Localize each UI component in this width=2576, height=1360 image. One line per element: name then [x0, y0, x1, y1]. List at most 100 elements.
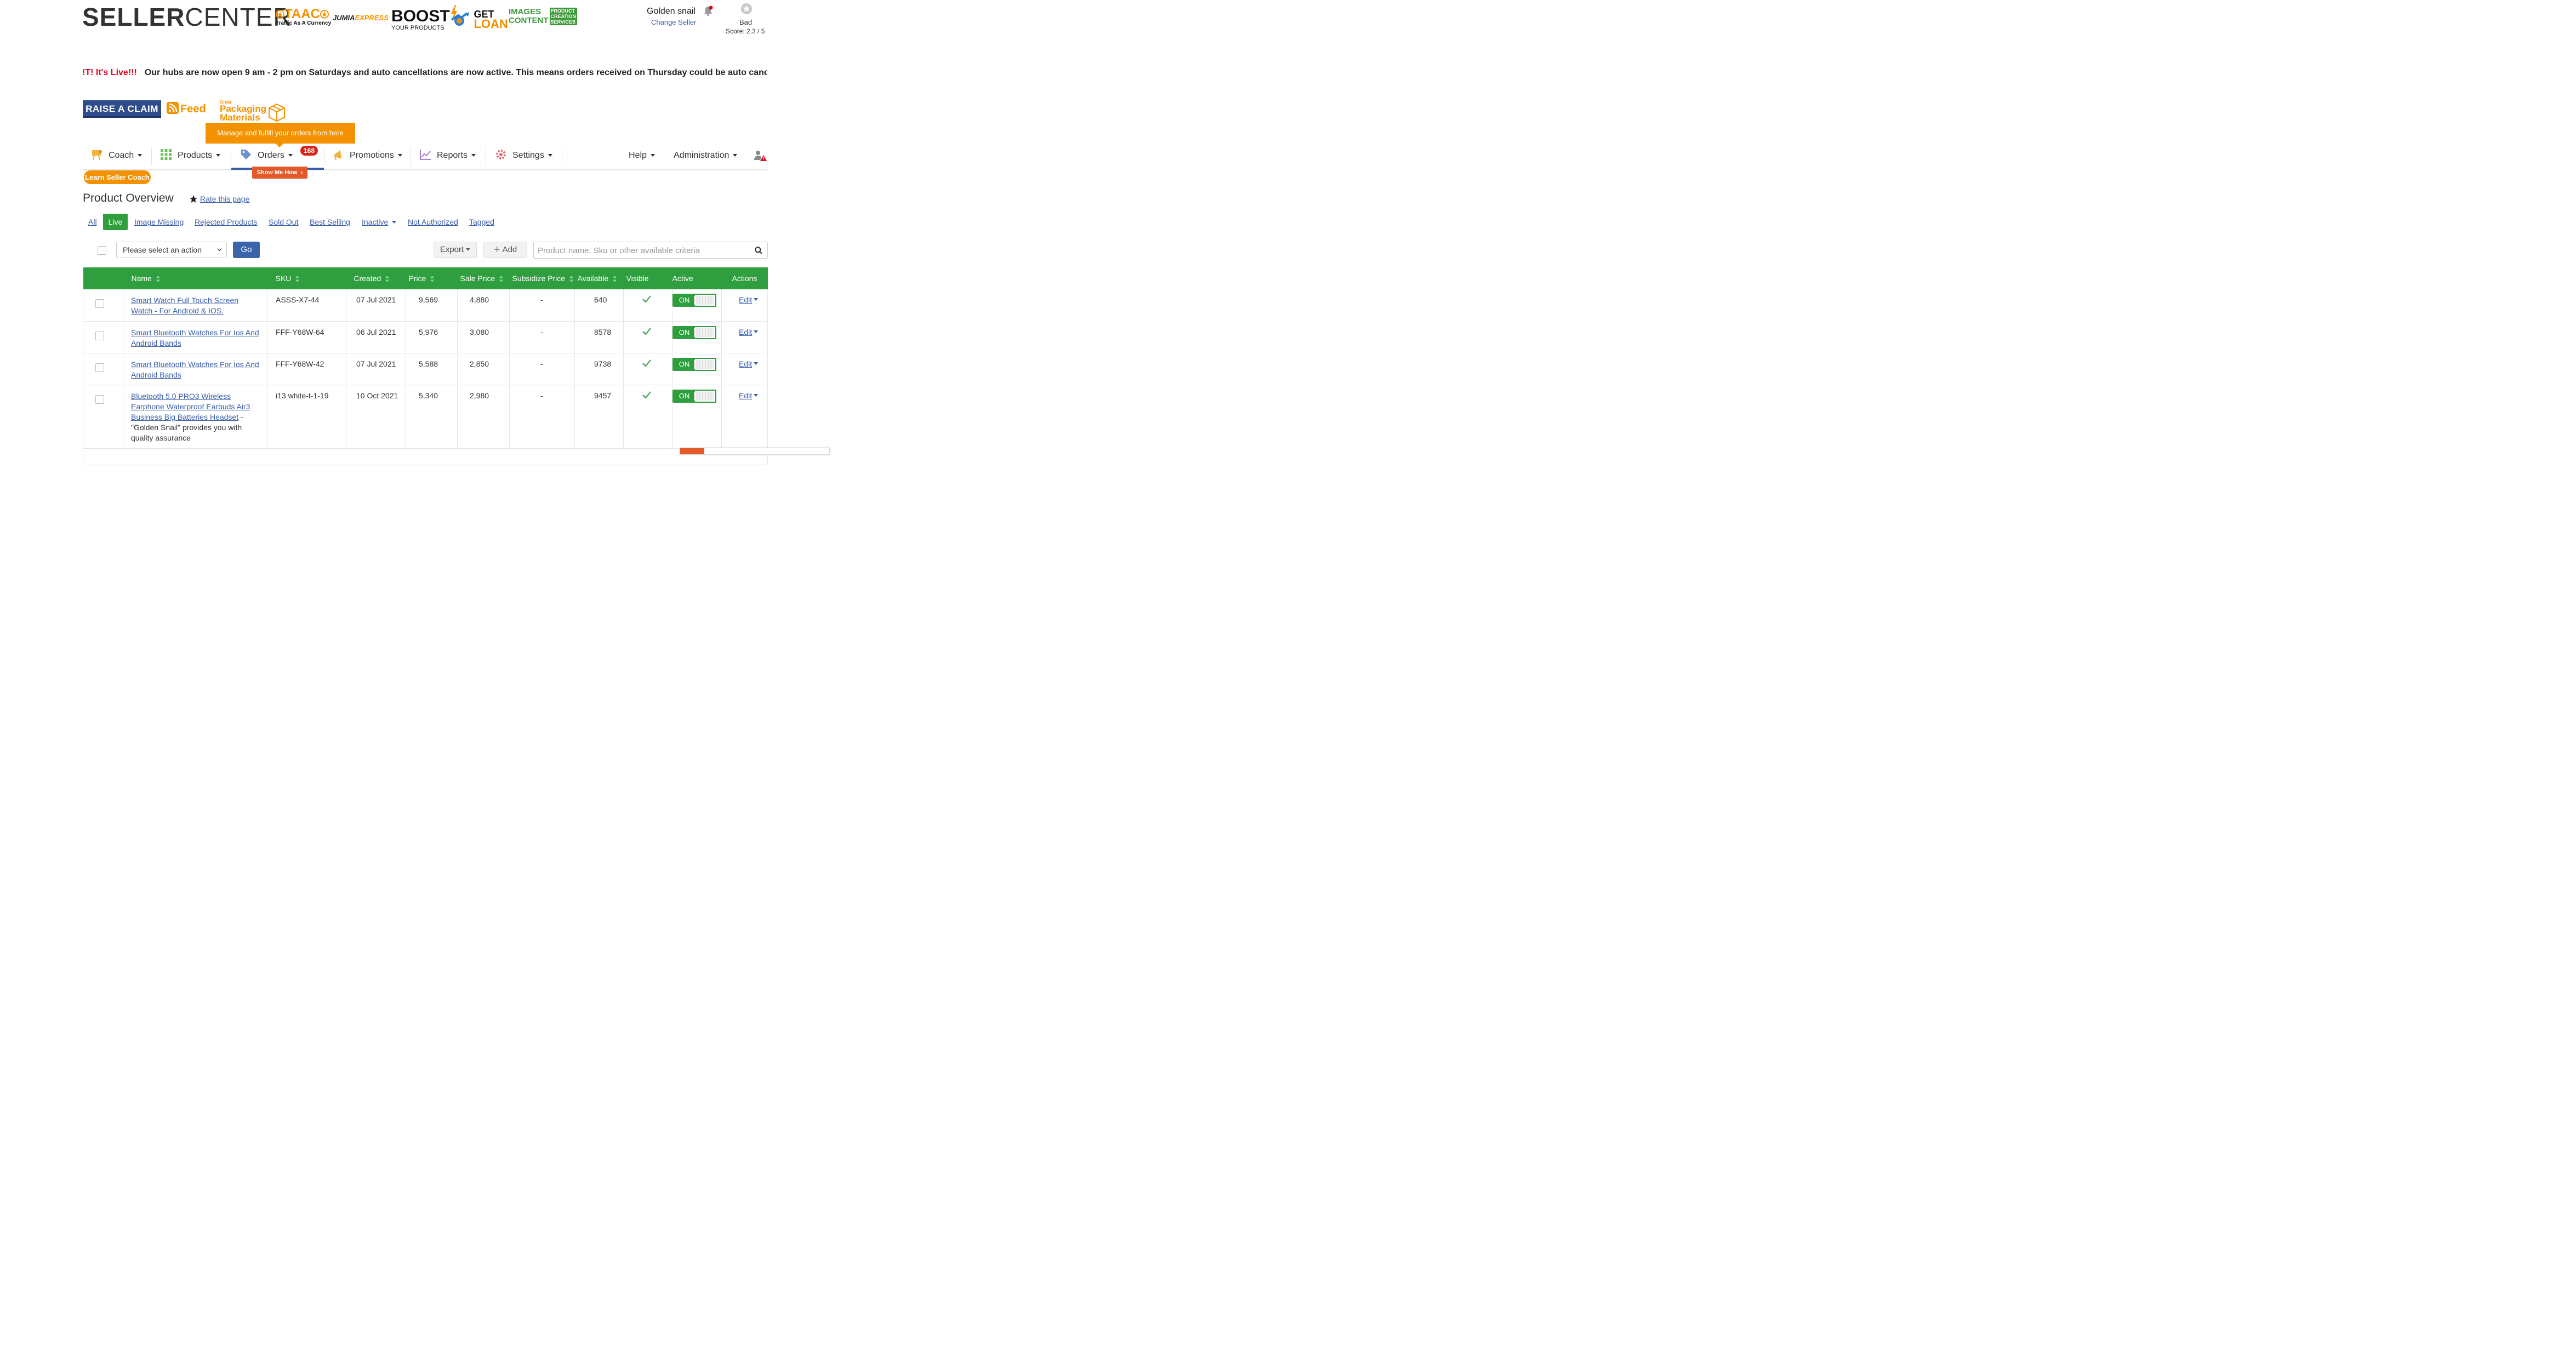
sort-icon	[499, 276, 504, 282]
rss-feed-icon	[167, 102, 179, 114]
row-checkbox[interactable]	[95, 395, 104, 404]
active-cell: ON	[672, 289, 722, 322]
nav-reports[interactable]: Reports	[419, 144, 476, 169]
orders-tooltip: Manage and fulfill your orders from here	[206, 123, 355, 147]
feed-link[interactable]: Feed	[167, 102, 206, 116]
edit-dropdown-button[interactable]: Edit	[739, 327, 759, 336]
filter-best-selling[interactable]: Best Selling	[310, 218, 350, 226]
table-row: Smart Watch Full Touch Screen Watch - Fo…	[83, 289, 768, 322]
sort-icon	[430, 276, 435, 282]
filter-sold-out[interactable]: Sold Out	[269, 218, 298, 226]
actions-cell: Edit	[721, 289, 768, 322]
feed-label: Feed	[180, 103, 206, 115]
edit-label: Edit	[739, 327, 753, 336]
header-subsidize-price[interactable]: Subsidize Price	[509, 267, 575, 289]
active-toggle[interactable]: ON	[673, 294, 716, 307]
taac-banner[interactable]: TAAC Traffic As A Currency	[276, 8, 331, 26]
nav-orders[interactable]: Orders	[240, 144, 293, 169]
nav-coach-label: Coach	[109, 151, 134, 160]
nav-reports-label: Reports	[437, 151, 468, 160]
nav-administration[interactable]: Administration	[674, 144, 738, 169]
filter-rejected-products[interactable]: Rejected Products	[195, 218, 257, 226]
seller-center-logo[interactable]: SELLERCENTER	[82, 4, 292, 30]
ticker-prefix: !T! It's Live!!!	[82, 68, 137, 77]
nav-products[interactable]: Products	[160, 144, 221, 169]
created-cell: 06 Jul 2021	[346, 321, 406, 353]
jumia-express-logo[interactable]: JUMIAEXPRESS	[333, 14, 389, 22]
product-name-cell: Smart Watch Full Touch Screen Watch - Fo…	[123, 289, 267, 322]
show-me-how-button[interactable]: Show Me How ›	[252, 167, 307, 179]
header-created[interactable]: Created	[346, 267, 406, 289]
go-button[interactable]: Go	[233, 242, 260, 258]
chevron-down-icon	[754, 298, 759, 301]
product-name-link[interactable]: Smart Bluetooth Watches For Ios And Andr…	[131, 360, 259, 379]
search-icon[interactable]	[755, 247, 762, 254]
chevron-down-icon	[217, 248, 222, 252]
export-button[interactable]: Export	[434, 242, 477, 258]
visible-cell	[623, 321, 673, 353]
rate-page-link[interactable]: Rate this page	[200, 195, 249, 203]
toggle-on-label: ON	[674, 327, 695, 338]
table-header-row: Name SKU Created Price Sale Price Subsid…	[83, 267, 768, 289]
header-sale-price[interactable]: Sale Price	[457, 267, 510, 289]
header-price[interactable]: Price	[406, 267, 458, 289]
raise-claim-button[interactable]: RAISE A CLAIM	[83, 100, 161, 118]
images-content-banner[interactable]: IMAGES CONTENT PRODUCT CREATION SERVICES	[509, 8, 577, 25]
row-checkbox[interactable]	[95, 331, 104, 340]
learn-seller-coach-button[interactable]: Learn Seller Coach	[84, 170, 151, 184]
product-name-cell: Smart Bluetooth Watches For Ios And Andr…	[123, 321, 267, 353]
header-sku[interactable]: SKU	[267, 267, 346, 289]
packaging-materials-link[interactable]: Order Packaging Materials	[220, 100, 285, 122]
filter-tagged[interactable]: Tagged	[469, 218, 494, 226]
notification-bell-icon[interactable]	[703, 5, 714, 16]
select-all-checkbox[interactable]	[98, 246, 106, 255]
coach-icon	[92, 150, 102, 161]
filter-all[interactable]: All	[88, 218, 97, 226]
bulk-action-select[interactable]: Please select an action	[116, 242, 227, 258]
active-toggle[interactable]: ON	[673, 389, 716, 403]
toggle-knob	[694, 328, 714, 337]
add-product-button[interactable]: + Add	[483, 242, 527, 258]
nav-coach[interactable]: Coach	[91, 144, 143, 169]
active-toggle[interactable]: ON	[673, 325, 716, 339]
chevron-down-icon	[754, 393, 759, 397]
edit-dropdown-button[interactable]: Edit	[739, 359, 759, 368]
boost-banner[interactable]: BOOST YOUR PRODUCTS	[391, 5, 458, 31]
nav-help-label: Help	[629, 151, 647, 160]
nav-promotions-label: Promotions	[350, 151, 394, 160]
product-name-link[interactable]: Smart Watch Full Touch Screen Watch - Fo…	[131, 296, 238, 315]
header-visible: Visible	[623, 267, 673, 289]
available-cell: 8578	[574, 321, 624, 353]
active-cell: ON	[672, 353, 722, 385]
corner-popup[interactable]	[680, 448, 830, 455]
announcement-ticker: !T! It's Live!!! Our hubs are now open 9 …	[82, 68, 767, 82]
get-loan-banner[interactable]: GET LOAN	[451, 9, 508, 30]
toggle-knob	[694, 296, 714, 305]
filter-live[interactable]: Live	[103, 214, 128, 230]
header-name[interactable]: Name	[123, 267, 267, 289]
available-cell: 9457	[574, 385, 624, 449]
nav-help[interactable]: Help	[629, 144, 655, 169]
filter-not-authorized[interactable]: Not Authorized	[408, 218, 458, 226]
change-seller-link[interactable]: Change Seller	[651, 18, 696, 26]
edit-dropdown-button[interactable]: Edit	[739, 391, 759, 400]
boost-subtitle: YOUR PRODUCTS	[391, 25, 444, 31]
filter-inactive[interactable]: Inactive	[362, 218, 397, 226]
nav-settings[interactable]: Settings	[495, 144, 552, 169]
partial-row-cell	[83, 448, 768, 465]
nav-divider	[151, 147, 152, 165]
product-name-link[interactable]: Smart Bluetooth Watches For Ios And Andr…	[131, 328, 259, 347]
nav-promotions[interactable]: Promotions	[332, 144, 402, 169]
chevron-down-icon	[392, 221, 397, 224]
filter-image-missing[interactable]: Image Missing	[134, 218, 184, 226]
row-checkbox[interactable]	[95, 299, 104, 308]
row-select-cell	[83, 321, 123, 353]
user-alert-button[interactable]	[754, 150, 767, 163]
header-available[interactable]: Available	[574, 267, 624, 289]
search-input[interactable]	[534, 242, 747, 259]
row-checkbox[interactable]	[95, 363, 104, 372]
table-row: Smart Bluetooth Watches For Ios And Andr…	[83, 321, 768, 353]
product-name-link[interactable]: Bluetooth 5.0 PRO3 Wireless Earphone Wat…	[131, 392, 250, 421]
edit-dropdown-button[interactable]: Edit	[739, 295, 759, 304]
active-toggle[interactable]: ON	[673, 357, 716, 371]
